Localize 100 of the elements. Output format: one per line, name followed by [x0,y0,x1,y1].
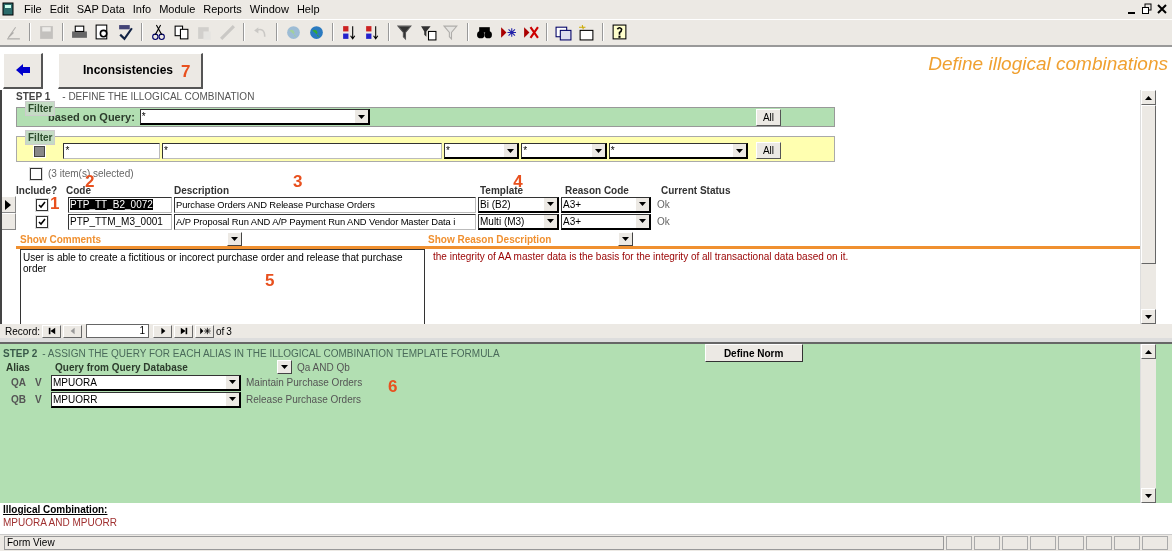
first-record-button[interactable] [42,324,61,338]
cut-icon[interactable] [149,22,168,42]
annotation-number: 6 [388,378,398,396]
copy-icon[interactable] [172,22,191,42]
dropdown-arrow-icon [507,148,515,153]
help-icon[interactable] [610,22,629,42]
description-field[interactable]: Purchase Orders AND Release Purchase Orders [174,196,476,213]
column-header: Description [174,185,229,197]
status-text: Ok [657,199,670,211]
filter-dropdown[interactable]: * [608,143,748,160]
record-total: 3 [226,325,232,337]
code-field[interactable]: PTP_TTM_M3_0001 [68,213,172,230]
query-dropdown[interactable]: * [139,109,370,126]
dropdown-arrow-icon [639,202,646,207]
reason-code-dropdown[interactable]: A3+ [561,196,651,213]
annotation-number: 3 [293,173,303,191]
flag-label: V [35,394,43,406]
column-header: Include? [16,185,58,197]
first-record-icon [47,327,56,336]
spell-icon[interactable] [116,22,135,42]
back-button[interactable] [3,52,43,89]
menu-item[interactable]: Window [245,3,293,16]
menu-item[interactable]: Help [292,3,324,16]
all-button[interactable]: All [755,142,781,160]
select-all-checkbox[interactable] [30,167,42,180]
dropdown-arrow-icon [547,202,554,207]
filter-icon[interactable] [396,22,415,42]
left-triangle-icon [68,327,77,336]
filter-dropdown[interactable]: * [521,143,607,160]
checkbox[interactable] [33,146,45,158]
record-number-field[interactable]: 1 [86,324,149,339]
down-arrow-icon[interactable] [1145,493,1152,498]
step-label: STEP 2 [3,347,38,359]
filter-field[interactable]: * [162,143,442,160]
all-button[interactable]: All [755,108,781,126]
last-record-button[interactable] [174,324,193,338]
record-selector[interactable] [2,196,16,214]
combination-value: MPUORA AND MPUORR [3,517,118,529]
status-pane [1086,536,1113,551]
flag-label: V [35,377,43,389]
code-field[interactable]: PTP_TT_B2_0072 [68,196,172,213]
up-arrow-icon[interactable] [1145,349,1152,354]
query-dropdown[interactable]: MPUORA [51,374,241,391]
down-arrow-icon[interactable] [1145,314,1152,319]
annotation-number: 7 [181,63,191,81]
reason-description-label: Show Reason Description [428,233,552,245]
left-arrow-icon [14,63,31,78]
define-norm-button[interactable]: Define Norm [704,344,803,363]
up-arrow-icon[interactable] [1145,95,1152,100]
reason-description-dropdown[interactable] [618,232,633,247]
status-pane [1058,536,1085,551]
column-header: Query from Query Database [55,361,189,373]
close-icon[interactable] [1156,3,1168,16]
query-dropdown[interactable] [277,360,292,375]
new-record-button[interactable] [195,324,214,338]
reason-code-dropdown[interactable]: A3+ [561,213,651,230]
reason-description-text: the integrity of AA master data is the basis for the integrity of all transactional data based on it. [433,250,850,263]
dropdown-arrow-icon [357,114,365,119]
dropdown-arrow-icon [281,365,288,370]
template-dropdown[interactable]: Multi (M3) [478,213,559,230]
status-pane [1142,536,1168,551]
description-field[interactable]: A/P Proposal Run AND A/P Payment Run AND Vendor Master Data i [174,213,476,230]
dropdown-arrow-icon [229,380,236,385]
vertical-scrollbar[interactable] [1140,90,1156,325]
include-checkbox[interactable] [36,215,48,228]
status-pane [1030,536,1057,551]
app-icon [2,2,14,17]
record-of-label: of [216,325,225,337]
comments-label: Show Comments [20,233,102,245]
comments-dropdown[interactable] [227,232,242,247]
filter-field[interactable]: * [63,143,161,160]
menu-item[interactable]: File [20,3,46,16]
next-record-button[interactable] [153,324,172,338]
last-record-icon [179,327,188,336]
filter-tag: Filter [25,130,56,146]
comments-text: User is able to create a fictitious or incorect purchase order and release that purchase order [23,252,404,275]
dropdown-arrow-icon [594,148,602,153]
formula-text: Qa AND Qb [297,361,350,373]
combination-label: Illogical Combination: [3,504,109,516]
menu-item[interactable]: Info [128,3,156,16]
step-label: STEP 1 [16,91,51,104]
template-dropdown[interactable]: Bi (B2) [478,196,559,213]
restore-icon[interactable] [1141,3,1153,16]
status-pane [1114,536,1140,551]
menu-item[interactable]: Reports [199,3,246,16]
menu-item[interactable]: Edit [45,3,73,16]
dropdown-arrow-icon [547,219,554,224]
previous-record-button[interactable] [63,324,82,338]
annotation-number: 1 [50,194,60,212]
column-header: Code [66,185,91,197]
dropdown-arrow-icon [229,397,236,402]
menu-item[interactable]: Module [155,3,200,16]
annotation-number: 5 [265,272,275,290]
filter-dropdown[interactable]: * [444,143,520,160]
menu-item[interactable]: SAP Data [72,3,129,16]
query-dropdown[interactable]: MPUORR [51,391,241,408]
vertical-scrollbar[interactable] [1140,344,1156,504]
query-description: Maintain Purchase Orders [246,377,364,389]
page-title: Define illogical combinations [928,52,1168,75]
include-checkbox[interactable] [36,198,48,211]
